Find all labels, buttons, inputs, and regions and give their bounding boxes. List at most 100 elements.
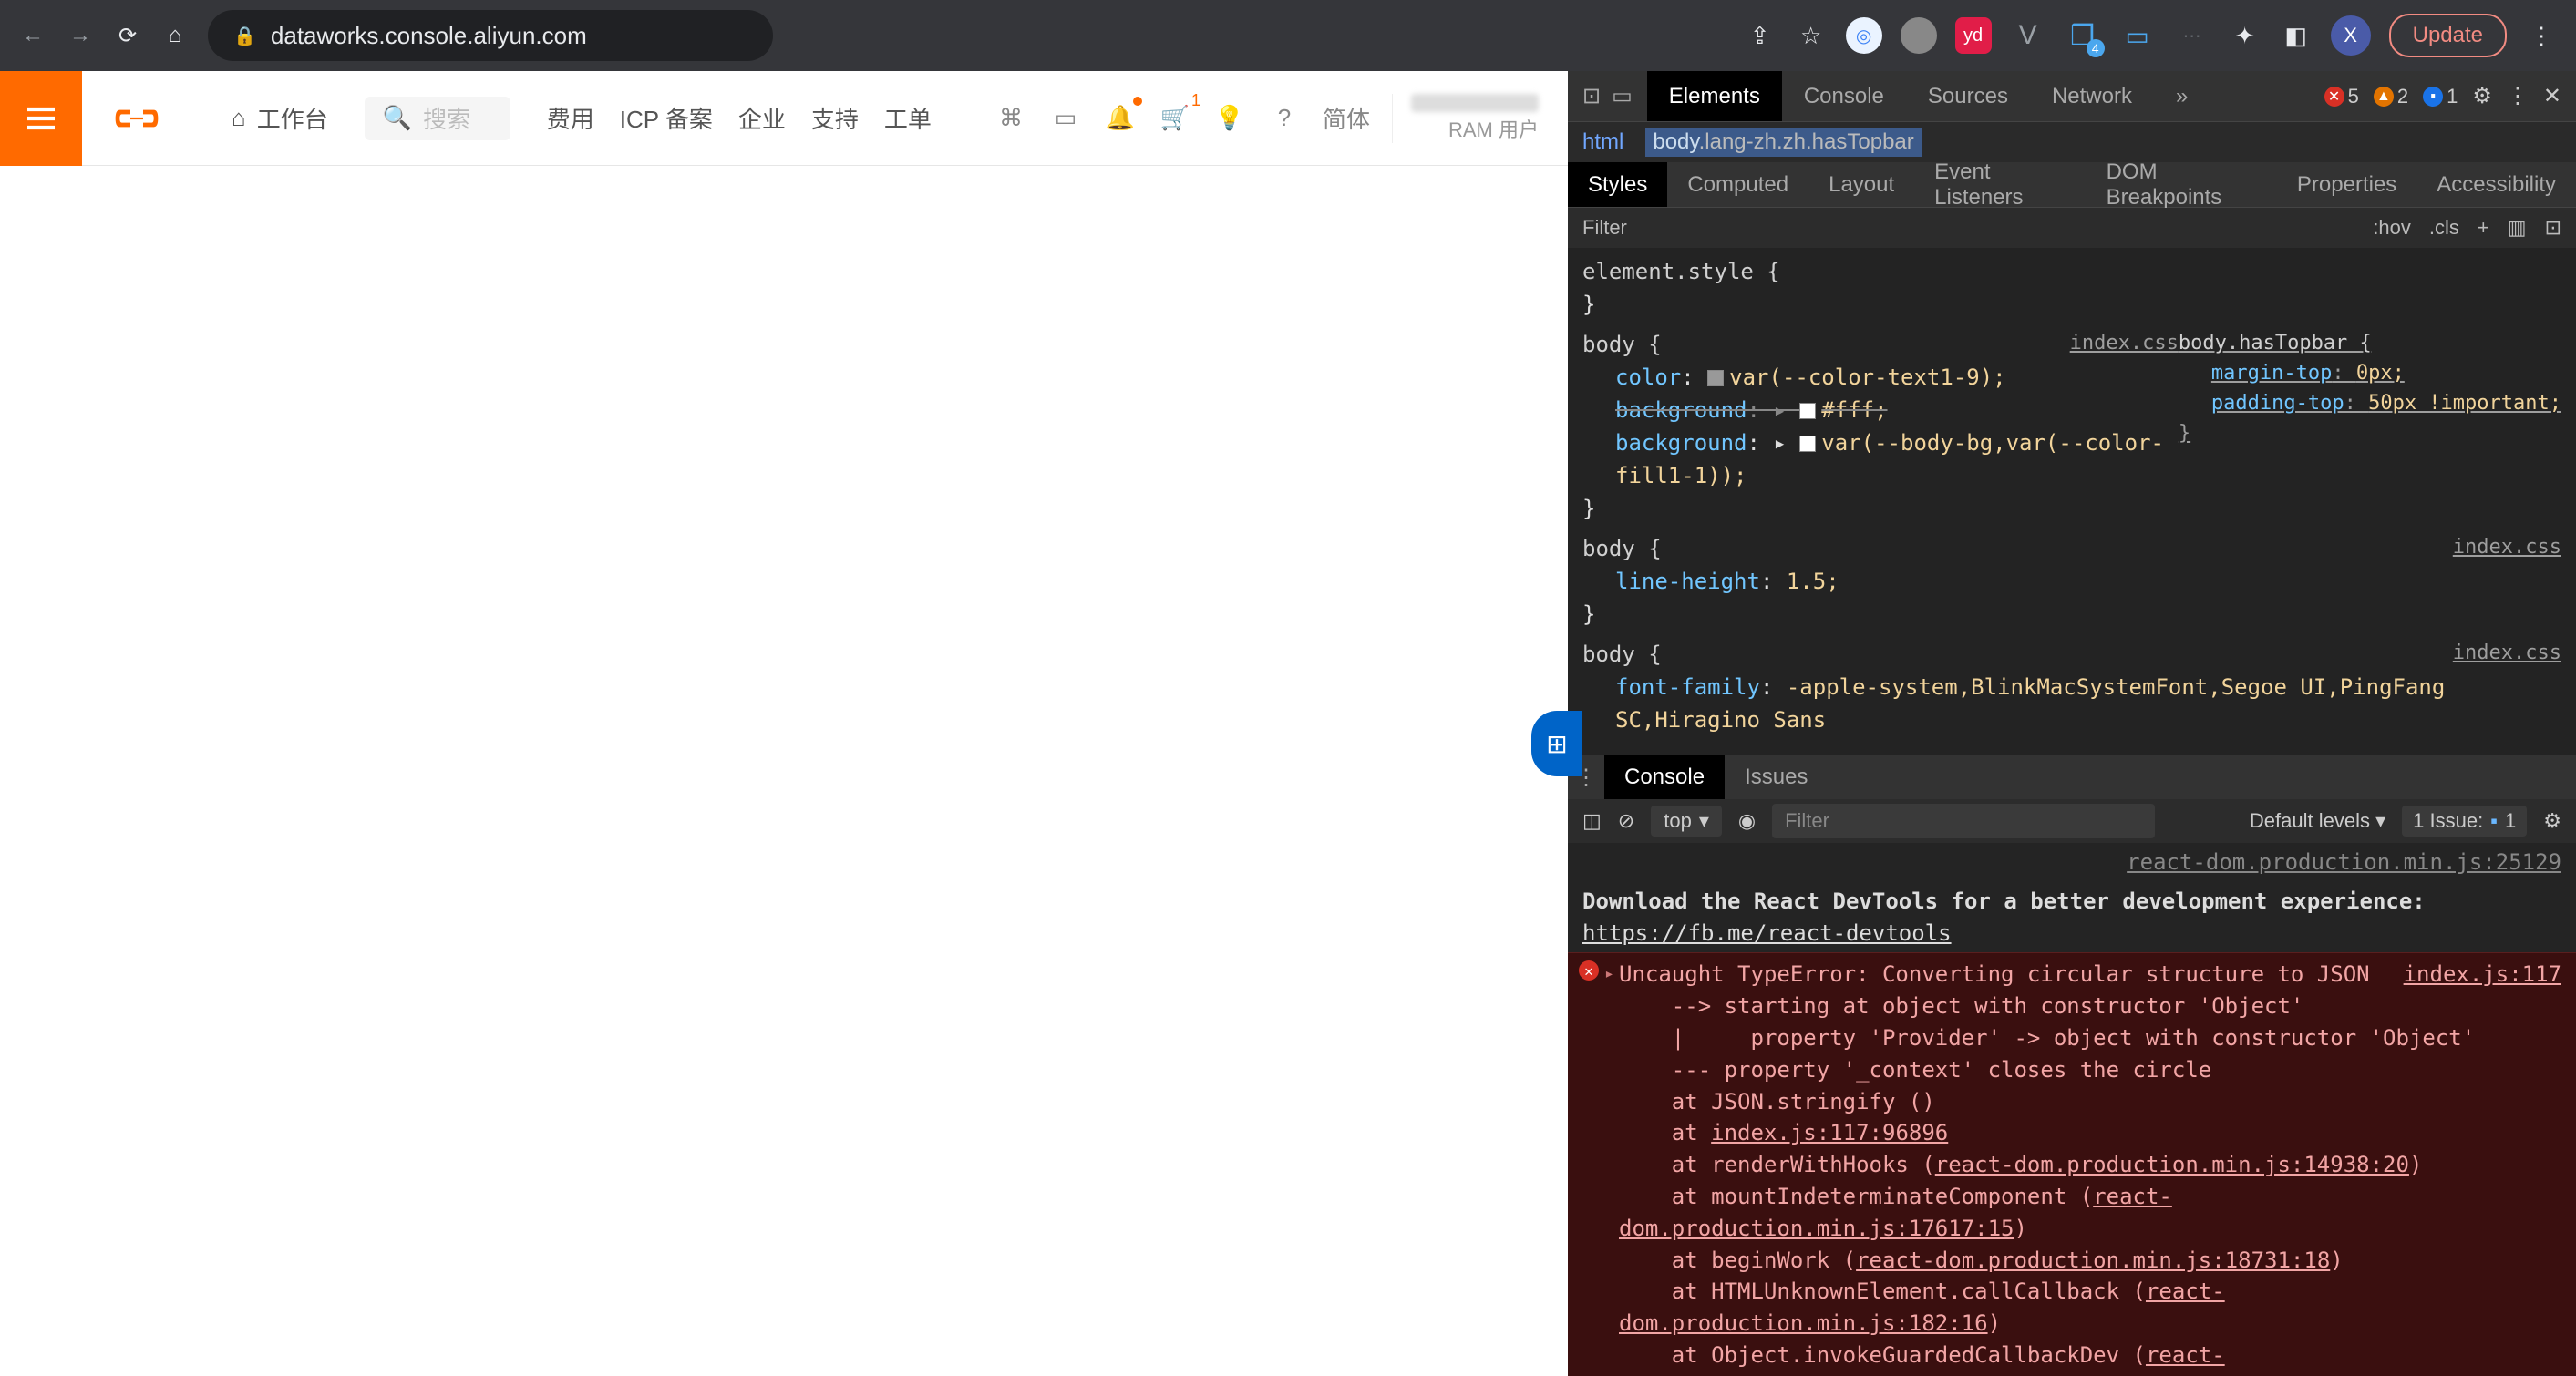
tab-elements[interactable]: Elements [1647, 71, 1782, 121]
search-icon: 🔍 [383, 104, 412, 132]
chevron-down-icon: ▾ [1699, 809, 1709, 833]
warning-badge[interactable]: ▲2 [2374, 85, 2408, 108]
ext-icon-1[interactable]: ◎ [1846, 17, 1882, 54]
nav-reload-icon[interactable]: ⟳ [113, 21, 142, 50]
nav-back-icon[interactable]: ← [18, 21, 47, 50]
log-levels[interactable]: Default levels ▾ [2250, 809, 2385, 833]
console-settings-icon[interactable]: ⚙ [2543, 809, 2561, 833]
main-split: ⌂ 工作台 🔍 搜索 费用 ICP 备案 企业 支持 工单 ⌘ ▭ 🔔 [0, 71, 2576, 1376]
bell-badge [1133, 97, 1142, 106]
styles-filter[interactable]: Filter [1582, 216, 1627, 240]
styles-pane[interactable]: element.style {}body.hasTopbar {margin-t… [1568, 248, 2576, 755]
bc-body[interactable]: body.lang-zh.zh.hasTopbar [1645, 128, 1921, 157]
aliyun-logo[interactable] [82, 71, 191, 166]
user-block[interactable]: RAM 用户 [1392, 94, 1546, 143]
console-toolbar: ◫ ⊘ top ▾ ◉ Filter Default levels ▾ 1 Is… [1568, 799, 2576, 843]
subtab-dombreakpoints[interactable]: DOM Breakpoints [2087, 162, 2277, 207]
extensions-icon[interactable]: ✦ [2229, 19, 2262, 52]
tab-network[interactable]: Network [2030, 71, 2154, 121]
subtab-computed[interactable]: Computed [1667, 162, 1808, 207]
hamburger-button[interactable] [0, 71, 82, 166]
drawer-tab-issues[interactable]: Issues [1725, 755, 1828, 799]
subtab-styles[interactable]: Styles [1568, 162, 1667, 207]
ext-icon-m[interactable]: ⋯ [2174, 17, 2210, 54]
url-text: dataworks.console.aliyun.com [271, 22, 587, 50]
topbar-middle: ⌂ 工作台 🔍 搜索 费用 ICP 备案 企业 支持 工单 [191, 71, 932, 165]
hov-toggle[interactable]: :hov [2373, 216, 2411, 240]
bulb-icon[interactable]: 💡 [1213, 102, 1246, 135]
ext-icon-v[interactable]: V [2010, 17, 2046, 54]
subtab-layout[interactable]: Layout [1808, 162, 1914, 207]
profile-avatar[interactable]: X [2331, 15, 2371, 56]
subtab-eventlisteners[interactable]: Event Listeners [1914, 162, 2086, 207]
subtab-accessibility[interactable]: Accessibility [2416, 162, 2576, 207]
console-body[interactable]: react-dom.production.min.js:25129Downloa… [1568, 843, 2576, 1376]
ram-user-label: RAM 用户 [1448, 114, 1539, 143]
tab-console[interactable]: Console [1782, 71, 1906, 121]
search-placeholder: 搜索 [423, 101, 470, 135]
device-icon[interactable]: ▭ [1612, 83, 1633, 109]
cloudshell-icon[interactable]: ⌘ [994, 102, 1027, 135]
nav-link-2[interactable]: 企业 [738, 101, 786, 135]
nav-link-4[interactable]: 工单 [884, 101, 932, 135]
chrome-right: ⇪ ☆ ◎ yd V ❒4 ▭ ⋯ ✦ ◧ X Update ⋮ [1744, 14, 2558, 57]
nav-link-0[interactable]: 费用 [547, 101, 594, 135]
ext-icon-2[interactable] [1901, 17, 1937, 54]
nav-home-icon[interactable]: ⌂ [160, 21, 190, 50]
screen-icon[interactable]: ▭ [1049, 102, 1082, 135]
inspect-icon[interactable]: ⊡ [1582, 83, 1601, 109]
cart-badge: 1 [1191, 91, 1200, 110]
ext-icon-camera[interactable]: ▭ [2119, 17, 2156, 54]
gear-icon[interactable]: ⚙ [2472, 83, 2492, 109]
tab-sources[interactable]: Sources [1906, 71, 2030, 121]
lock-icon: 🔒 [233, 25, 256, 47]
live-expr-icon[interactable]: ◉ [1738, 809, 1756, 833]
issue-count[interactable]: 1 Issue: ▪1 [2402, 806, 2527, 837]
url-bar[interactable]: 🔒 dataworks.console.aliyun.com [208, 10, 773, 61]
subtab-properties[interactable]: Properties [2277, 162, 2416, 207]
sidebar-toggle-icon[interactable]: ◫ [1582, 809, 1602, 833]
bell-icon[interactable]: 🔔 [1104, 102, 1137, 135]
kebab-icon[interactable]: ⋮ [2525, 19, 2558, 52]
aliyun-topbar: ⌂ 工作台 🔍 搜索 费用 ICP 备案 企业 支持 工单 ⌘ ▭ 🔔 [0, 71, 1568, 166]
more-icon[interactable]: ⊡ [2545, 216, 2561, 240]
ext-icon-cube[interactable]: ❒4 [2065, 17, 2101, 54]
context-selector[interactable]: top ▾ [1651, 806, 1722, 837]
cls-toggle[interactable]: .cls [2429, 216, 2459, 240]
workspace-label: 工作台 [257, 101, 328, 135]
kebab-icon[interactable]: ⋮ [2507, 83, 2529, 109]
help-icon[interactable]: ? [1268, 102, 1301, 135]
computed-toggle-icon[interactable]: ▥ [2508, 216, 2527, 240]
drawer-tabs: ⋮ Console Issues [1568, 755, 2576, 799]
styles-subtabs: Styles Computed Layout Event Listeners D… [1568, 162, 2576, 208]
nav-forward-icon[interactable]: → [66, 21, 95, 50]
console-drawer: ⋮ Console Issues ◫ ⊘ top ▾ ◉ Filter Defa… [1568, 755, 2576, 1376]
lang-label[interactable]: 简体 [1323, 101, 1370, 135]
home-icon: ⌂ [232, 104, 246, 132]
workspace-button[interactable]: ⌂ 工作台 [213, 97, 346, 140]
devtools: ⊡ ▭ Elements Console Sources Network » ✕… [1568, 71, 2576, 1376]
console-filter[interactable]: Filter [1772, 804, 2155, 838]
bookmark-star-icon[interactable]: ☆ [1795, 19, 1828, 52]
nav-link-1[interactable]: ICP 备案 [620, 101, 713, 135]
devtools-tabs: ⊡ ▭ Elements Console Sources Network » ✕… [1568, 71, 2576, 122]
help-fab[interactable]: ⊞ [1531, 711, 1582, 776]
bc-html[interactable]: html [1582, 129, 1623, 155]
update-button[interactable]: Update [2389, 14, 2507, 57]
share-icon[interactable]: ⇪ [1744, 19, 1777, 52]
error-badge[interactable]: ✕5 [2324, 85, 2359, 108]
nav-link-3[interactable]: 支持 [811, 101, 859, 135]
cart-icon[interactable]: 🛒1 [1159, 102, 1191, 135]
dom-breadcrumb[interactable]: html body.lang-zh.zh.hasTopbar [1568, 122, 2576, 162]
info-badge[interactable]: ▪1 [2423, 85, 2458, 108]
search-input[interactable]: 🔍 搜索 [365, 97, 510, 140]
new-rule-icon[interactable]: + [2478, 216, 2489, 240]
close-icon[interactable]: ✕ [2543, 83, 2561, 109]
topbar-right: ⌘ ▭ 🔔 🛒1 💡 ? 简体 RAM 用户 [994, 94, 1568, 143]
clear-console-icon[interactable]: ⊘ [1618, 809, 1634, 833]
hamburger-icon [23, 100, 59, 137]
drawer-tab-console[interactable]: Console [1604, 755, 1725, 799]
tab-more-icon[interactable]: » [2154, 71, 2210, 121]
ext-icon-yd[interactable]: yd [1955, 17, 1992, 54]
sidepanel-icon[interactable]: ◧ [2280, 19, 2313, 52]
